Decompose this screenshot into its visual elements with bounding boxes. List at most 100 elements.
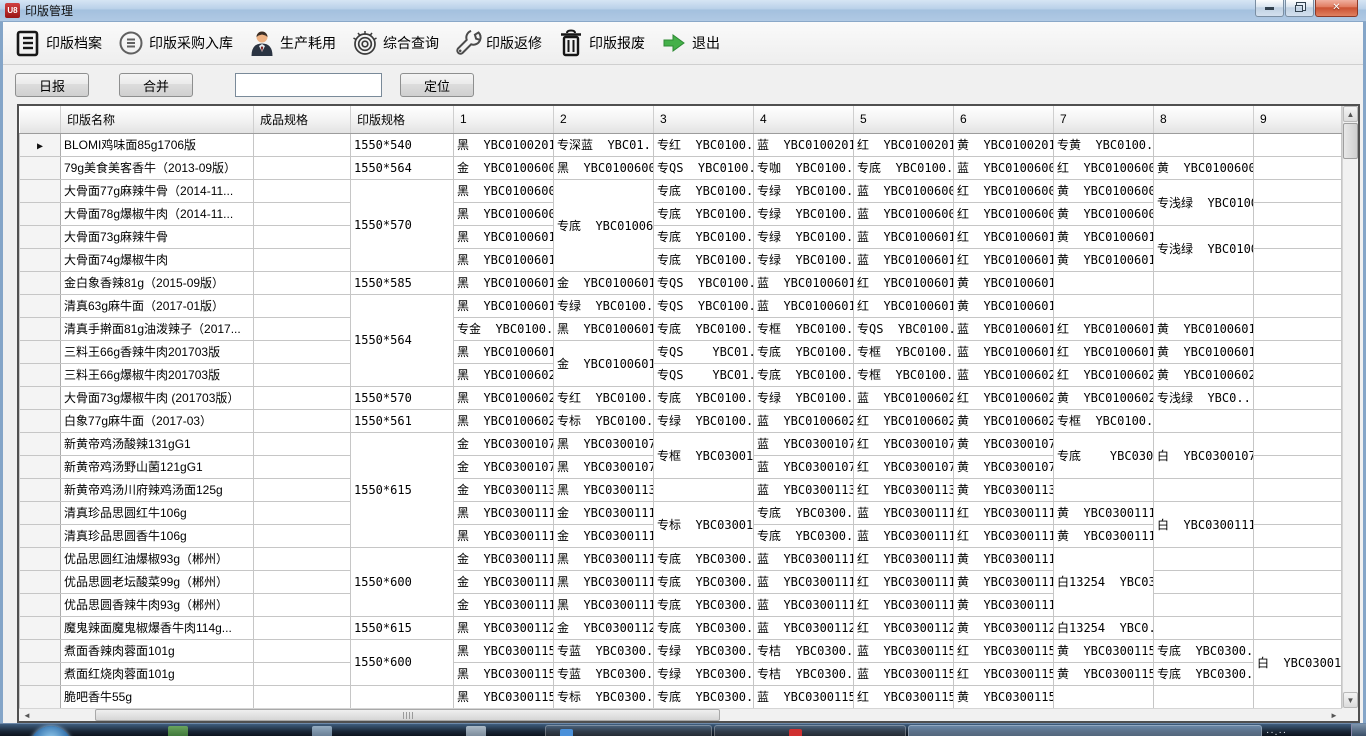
color-code-cell[interactable]: 专底 YBC0300... xyxy=(654,570,754,593)
row-selector[interactable]: ▶ xyxy=(20,133,61,156)
scroll-up-icon[interactable]: ▲ xyxy=(1343,106,1358,122)
plate-spec-cell[interactable]: 1550*585 xyxy=(351,271,454,294)
row-selector[interactable] xyxy=(20,478,61,501)
color-code-cell[interactable]: 蓝 YBC03001122 xyxy=(754,616,854,639)
product-spec-cell[interactable] xyxy=(254,133,351,156)
color-code-cell[interactable]: 黑 YBC03001122 xyxy=(454,616,554,639)
color-code-cell[interactable]: 专底 YBC0300... xyxy=(654,616,754,639)
color-code-cell[interactable]: 蓝 YBC01006003 xyxy=(954,156,1054,179)
row-selector[interactable] xyxy=(20,202,61,225)
grid-column-header[interactable]: 2 xyxy=(554,106,654,133)
color-code-cell[interactable]: 黄 YBC01006021 xyxy=(1054,386,1154,409)
color-code-cell[interactable]: 专绿 YBC0100... xyxy=(754,248,854,271)
grid-column-header[interactable]: 7 xyxy=(1054,106,1154,133)
color-code-cell[interactable]: 专QS YBC0100... xyxy=(654,294,754,317)
product-spec-cell[interactable] xyxy=(254,225,351,248)
minimize-button[interactable] xyxy=(1255,0,1284,17)
color-code-cell[interactable]: 蓝 YBC01006020 xyxy=(954,363,1054,386)
taskbar-app-button[interactable] xyxy=(545,725,712,736)
color-code-cell[interactable] xyxy=(1054,478,1154,501)
color-code-cell[interactable]: 专绿 YBC0100... xyxy=(754,179,854,202)
row-selector[interactable] xyxy=(20,248,61,271)
color-code-cell[interactable]: 专底 YBC0100... xyxy=(654,179,754,202)
color-code-cell[interactable]: 蓝 YBC01006011 xyxy=(854,225,954,248)
row-selector[interactable] xyxy=(20,547,61,570)
color-code-cell[interactable]: 黄 YBC03001153 xyxy=(954,685,1054,708)
color-code-cell[interactable]: 黄 YBC01006019 xyxy=(1154,340,1254,363)
color-code-cell[interactable]: 金 YBC01006003 xyxy=(454,156,554,179)
plate-spec-cell[interactable]: 1550*570 xyxy=(351,179,454,271)
color-code-cell[interactable]: 黄 YBC03001117 xyxy=(954,593,1054,616)
color-code-cell[interactable]: 专底 YBC0300... xyxy=(654,547,754,570)
color-code-cell[interactable]: 专底 YBC0300... xyxy=(1154,662,1254,685)
color-code-cell[interactable] xyxy=(1054,294,1154,317)
row-selector[interactable] xyxy=(20,593,61,616)
color-code-cell[interactable]: 红 YBC01006020 xyxy=(1054,363,1154,386)
color-code-cell[interactable]: 红 YBC01006015 xyxy=(854,271,954,294)
color-code-cell[interactable] xyxy=(1254,386,1342,409)
color-code-cell[interactable] xyxy=(1254,501,1342,524)
color-code-cell[interactable]: 专QS YBC01... xyxy=(654,363,754,386)
toolbar-item-plate-archive[interactable]: 印版档案 xyxy=(13,28,102,58)
color-code-cell[interactable]: 黄 YBC01006011 xyxy=(1054,225,1154,248)
row-selector[interactable] xyxy=(20,524,61,547)
color-code-cell[interactable]: 专标 YBC0300... xyxy=(554,685,654,708)
color-code-cell[interactable]: 专绿 YBC0300... xyxy=(654,639,754,662)
color-code-cell[interactable]: 专QS YBC0100... xyxy=(654,271,754,294)
color-code-cell[interactable]: 红 YBC01006003 xyxy=(1054,156,1154,179)
color-code-cell[interactable]: 黄 YBC03001113 xyxy=(1054,524,1154,547)
product-spec-cell[interactable] xyxy=(254,478,351,501)
color-code-cell[interactable]: 红 YBC01006021 xyxy=(954,386,1054,409)
color-code-cell[interactable]: 黑 YBC03001153 xyxy=(454,685,554,708)
color-code-cell[interactable]: 专深蓝 YBC01... xyxy=(554,133,654,156)
plate-name-cell[interactable]: 优品思圆红油爆椒93g（郴州） xyxy=(61,547,254,570)
plate-name-cell[interactable]: 白象77g麻牛面（2017-03） xyxy=(61,409,254,432)
color-code-cell[interactable]: 蓝 YBC01006018 xyxy=(954,317,1054,340)
color-code-cell[interactable]: 专底 YBC0100... xyxy=(654,248,754,271)
color-code-cell[interactable] xyxy=(1254,225,1342,248)
color-code-cell[interactable]: 专蓝 YBC0300... xyxy=(554,662,654,685)
color-code-cell[interactable]: 专绿 YBC0100... xyxy=(754,202,854,225)
color-code-cell[interactable]: 专底 YBC0300... xyxy=(754,501,854,524)
grid-corner-header[interactable] xyxy=(20,106,61,133)
color-code-cell[interactable]: 黑 YBC03001115 xyxy=(554,547,654,570)
color-code-cell[interactable] xyxy=(1254,317,1342,340)
color-code-cell[interactable]: 专底 YBC0100... xyxy=(754,363,854,386)
start-button-icon[interactable] xyxy=(30,726,72,736)
product-spec-cell[interactable] xyxy=(254,616,351,639)
color-code-cell[interactable]: 红 YBC03001115 xyxy=(854,547,954,570)
color-code-cell[interactable]: 黄 YBC01002016 xyxy=(954,133,1054,156)
grid-column-header[interactable]: 8 xyxy=(1154,106,1254,133)
plate-spec-cell[interactable]: 1550*615 xyxy=(351,432,454,547)
color-code-cell[interactable]: 蓝 YBC01006019 xyxy=(954,340,1054,363)
row-selector[interactable] xyxy=(20,570,61,593)
color-code-cell[interactable]: 专底 YBC0100... xyxy=(654,202,754,225)
scroll-right-icon[interactable]: ► xyxy=(1326,709,1342,721)
color-code-cell[interactable] xyxy=(1254,248,1342,271)
plate-name-cell[interactable]: 新黄帝鸡汤酸辣131gG1 xyxy=(61,432,254,455)
color-code-cell[interactable]: 专浅绿 YBC01006 xyxy=(1154,179,1254,225)
color-code-cell[interactable]: 金 YBC03001122 xyxy=(554,616,654,639)
row-selector[interactable] xyxy=(20,363,61,386)
plate-name-cell[interactable]: 煮面红烧肉蓉面101g xyxy=(61,662,254,685)
color-code-cell[interactable]: 黄 YBC03001134 xyxy=(954,478,1054,501)
color-code-cell[interactable]: 专框 YBC0100... xyxy=(854,340,954,363)
product-spec-cell[interactable] xyxy=(254,455,351,478)
color-code-cell[interactable] xyxy=(1254,294,1342,317)
color-code-cell[interactable]: 黑 YBC03001112 xyxy=(454,501,554,524)
taskbar-app-button[interactable] xyxy=(714,725,906,736)
color-code-cell[interactable]: 专底 YBC0300... xyxy=(1154,639,1254,662)
color-code-cell[interactable] xyxy=(1154,478,1254,501)
color-code-cell[interactable]: 专桔 YBC0300... xyxy=(754,639,854,662)
color-code-cell[interactable]: 红 YBC03001116 xyxy=(854,570,954,593)
row-selector[interactable] xyxy=(20,501,61,524)
color-code-cell[interactable] xyxy=(1254,570,1342,593)
product-spec-cell[interactable] xyxy=(254,340,351,363)
grid-column-header[interactable]: 6 xyxy=(954,106,1054,133)
color-code-cell[interactable]: 专底 YBC0100... xyxy=(654,225,754,248)
color-code-cell[interactable] xyxy=(1254,271,1342,294)
product-spec-cell[interactable] xyxy=(254,685,351,708)
color-code-cell[interactable]: 金 YBC03001116 xyxy=(454,570,554,593)
color-code-cell[interactable]: 白13254 YBC03001 xyxy=(1054,547,1154,616)
merge-button[interactable]: 合并 xyxy=(119,73,193,97)
